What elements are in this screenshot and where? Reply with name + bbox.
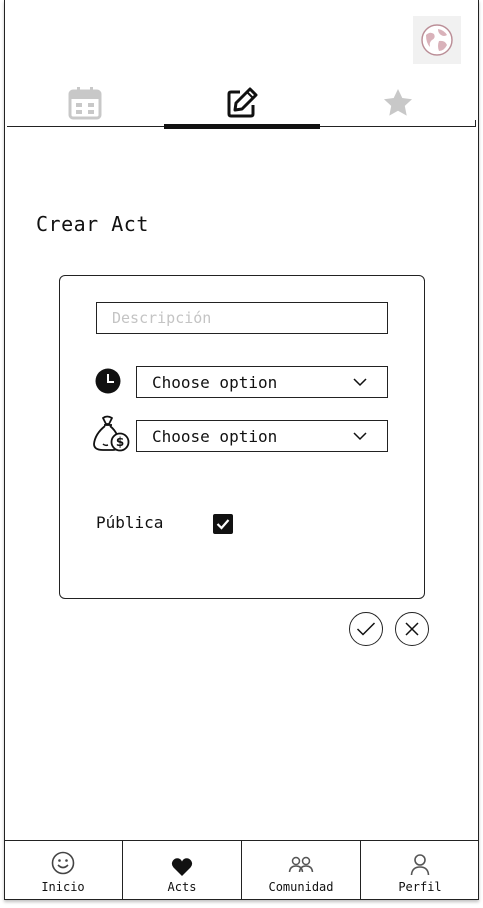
confirm-button[interactable]	[349, 612, 383, 646]
smiley-icon	[51, 851, 75, 875]
description-input[interactable]	[96, 302, 388, 334]
nav-item-comunidad[interactable]: Comunidad	[242, 841, 361, 900]
tab-favorites[interactable]	[320, 80, 476, 126]
nav-label: Inicio	[41, 880, 85, 894]
time-select[interactable]: Choose option	[136, 366, 388, 398]
globe-avatar-icon	[421, 24, 453, 56]
active-tab-indicator	[164, 124, 320, 129]
time-select-value: Choose option	[152, 372, 278, 392]
heart-icon	[171, 858, 193, 876]
nav-item-perfil[interactable]: Perfil	[361, 841, 479, 900]
tab-divider-edge	[475, 120, 476, 127]
cancel-button[interactable]	[395, 612, 429, 646]
avatar[interactable]	[413, 16, 461, 64]
chevron-down-icon	[353, 432, 367, 441]
clock-icon	[95, 368, 121, 398]
money-bag-icon: $	[91, 414, 131, 458]
public-checkbox[interactable]	[213, 514, 233, 534]
svg-text:$: $	[116, 435, 124, 449]
checkmark-icon	[216, 519, 230, 530]
edit-icon	[227, 87, 258, 118]
nav-item-inicio[interactable]: Inicio	[4, 841, 123, 900]
tab-bar	[7, 80, 476, 130]
tab-calendar[interactable]	[7, 80, 163, 126]
check-icon	[356, 622, 376, 636]
person-icon	[410, 854, 430, 876]
calendar-icon	[68, 87, 102, 120]
bottom-nav: Inicio Acts Comunidad Perfil	[4, 840, 479, 900]
cost-select[interactable]: Choose option	[136, 420, 388, 452]
nav-label: Comunidad	[268, 880, 334, 894]
nav-label: Perfil	[398, 880, 442, 894]
close-icon	[405, 622, 419, 636]
nav-label: Acts	[167, 880, 197, 894]
people-icon	[288, 856, 314, 873]
page-title: Crear Act	[36, 212, 149, 236]
cost-select-value: Choose option	[152, 426, 278, 446]
tab-edit[interactable]	[164, 80, 320, 126]
nav-item-acts[interactable]: Acts	[123, 841, 242, 900]
star-icon	[384, 89, 412, 116]
public-label: Pública	[96, 513, 164, 532]
chevron-down-icon	[353, 378, 367, 387]
